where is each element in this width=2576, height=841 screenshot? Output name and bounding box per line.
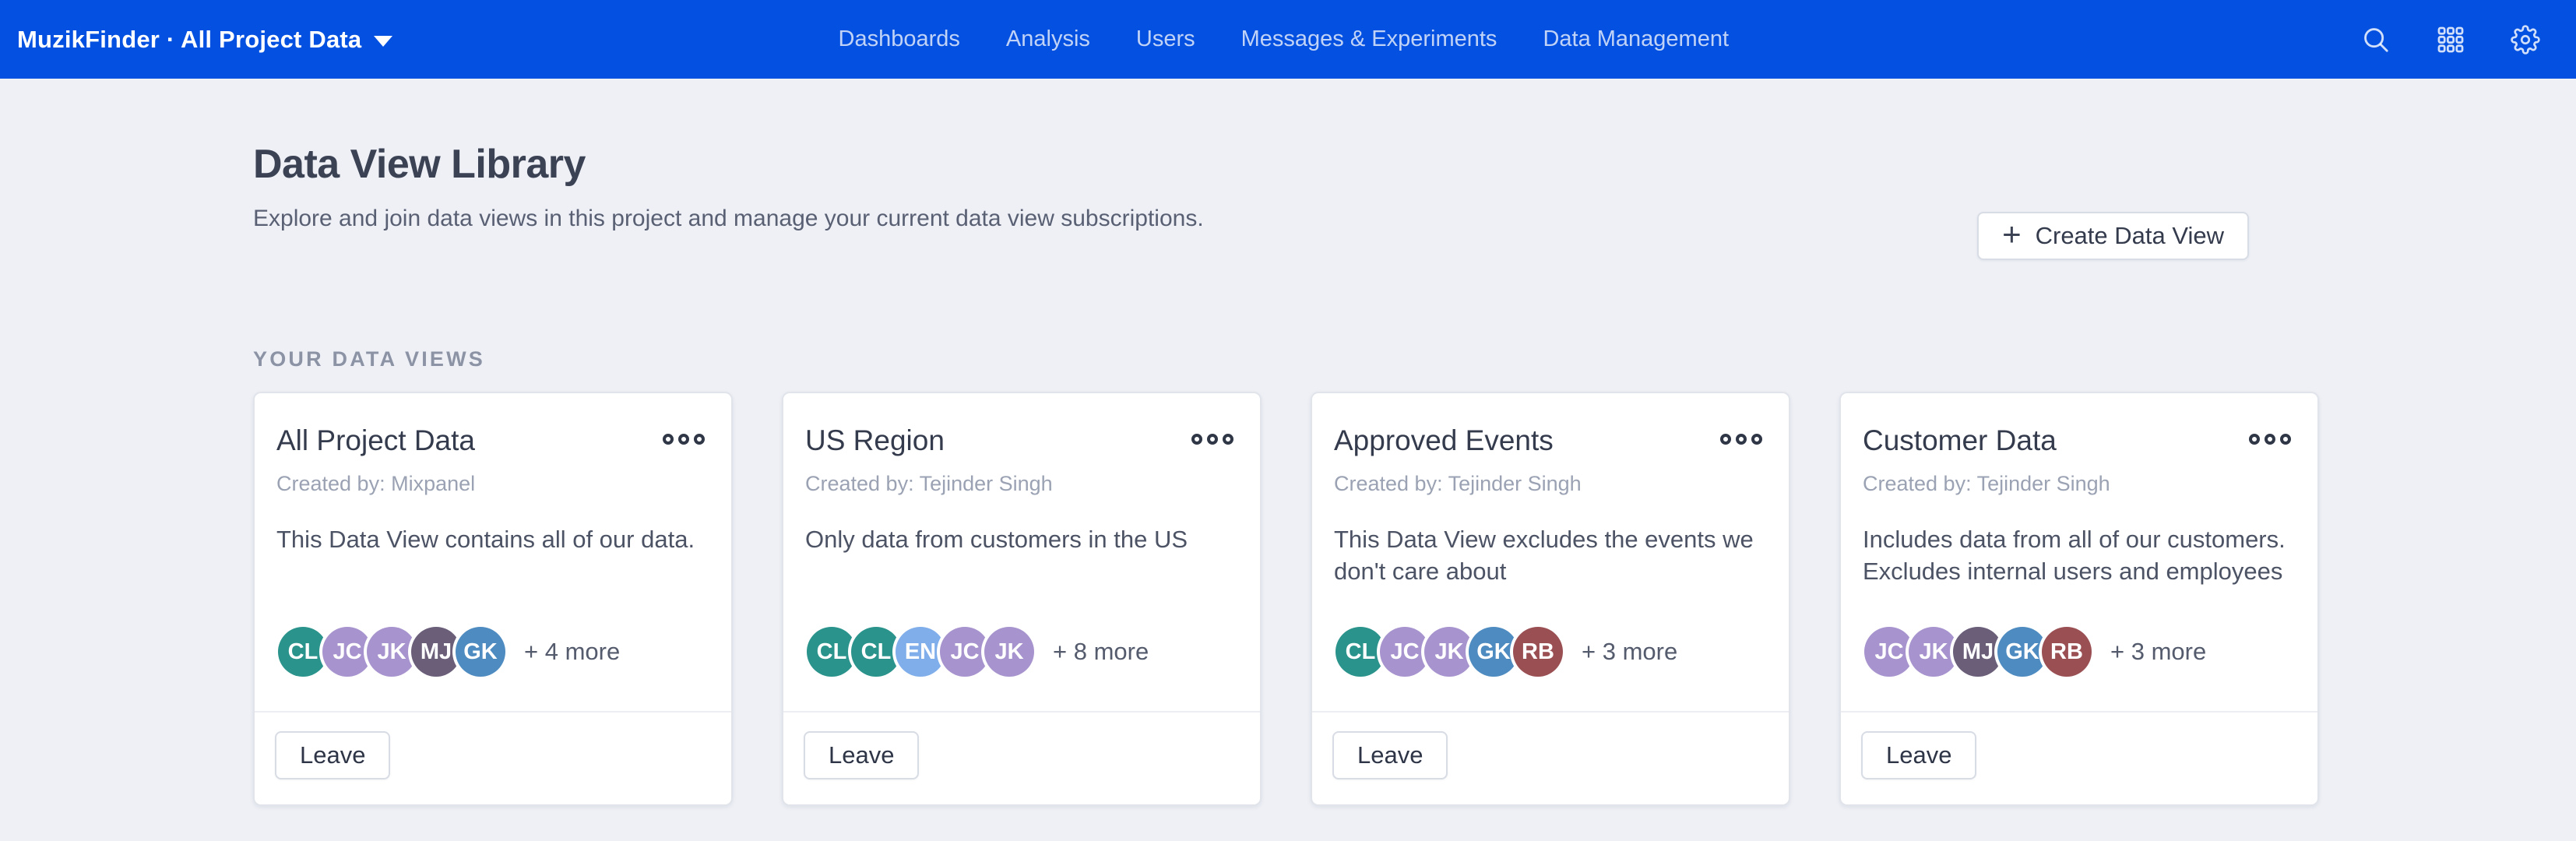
avatar: JK	[1424, 627, 1474, 677]
avatar: CL	[278, 627, 328, 677]
card-description: Includes data from all of our customers.…	[1863, 524, 2293, 588]
card-footer: Leave	[1312, 711, 1789, 804]
more-options-icon[interactable]	[663, 424, 709, 445]
data-view-card: All Project Data Created by: Mixpanel Th…	[253, 392, 733, 806]
avatar: CL	[1336, 627, 1385, 677]
member-avatars: JCJKMJGKRB + 3 more	[1864, 627, 2206, 677]
more-members-label: + 3 more	[1582, 638, 1677, 666]
card-description: Only data from customers in the US	[805, 524, 1235, 556]
leave-button[interactable]: Leave	[275, 731, 390, 779]
page-title: Data View Library	[253, 79, 2576, 185]
avatar: MJ	[1953, 627, 2003, 677]
nav-item-analysis[interactable]: Analysis	[1006, 26, 1090, 52]
create-data-view-button[interactable]: + Create Data View	[1977, 212, 2249, 260]
chevron-down-icon	[374, 36, 392, 47]
member-avatars: CLJCJKMJGK + 4 more	[278, 627, 620, 677]
card-body: US Region Created by: Tejinder Singh Onl…	[783, 393, 1260, 556]
project-switcher[interactable]: MuzikFinder · All Project Data	[17, 0, 392, 79]
avatar: GK	[1469, 627, 1519, 677]
nav-item-data-management[interactable]: Data Management	[1543, 26, 1729, 52]
avatar: RB	[2042, 627, 2092, 677]
avatar: MJ	[411, 627, 461, 677]
card-footer: Leave	[255, 711, 731, 804]
avatar: JC	[1380, 627, 1430, 677]
avatar: RB	[1513, 627, 1563, 677]
avatar: JK	[1909, 627, 1958, 677]
card-body: Customer Data Created by: Tejinder Singh…	[1841, 393, 2317, 588]
card-title: US Region	[805, 424, 945, 457]
more-members-label: + 3 more	[2110, 638, 2206, 666]
member-avatars: CLJCJKGKRB + 3 more	[1336, 627, 1677, 677]
card-title: All Project Data	[276, 424, 475, 457]
avatar-stack: CLJCJKMJGK	[278, 627, 505, 677]
main-content: Data View Library Explore and join data …	[0, 79, 2576, 806]
search-icon[interactable]	[2361, 25, 2391, 55]
member-avatars: CLCLENJCJK + 8 more	[807, 627, 1149, 677]
card-created-by: Created by: Tejinder Singh	[1863, 472, 2296, 496]
avatar: CL	[807, 627, 857, 677]
card-created-by: Created by: Tejinder Singh	[1334, 472, 1767, 496]
more-options-icon[interactable]	[1720, 424, 1767, 445]
leave-button[interactable]: Leave	[804, 731, 919, 779]
more-options-icon[interactable]	[2249, 424, 2296, 445]
apps-grid-icon[interactable]	[2436, 25, 2465, 55]
card-footer: Leave	[783, 711, 1260, 804]
avatar: JC	[940, 627, 990, 677]
avatar: JC	[322, 627, 372, 677]
data-view-card: Customer Data Created by: Tejinder Singh…	[1839, 392, 2319, 806]
more-members-label: + 8 more	[1053, 638, 1149, 666]
avatar: GK	[456, 627, 505, 677]
avatar-stack: CLCLENJCJK	[807, 627, 1034, 677]
nav-item-dashboards[interactable]: Dashboards	[839, 26, 960, 52]
card-footer: Leave	[1841, 711, 2317, 804]
project-switcher-label: MuzikFinder · All Project Data	[17, 26, 361, 54]
card-body: All Project Data Created by: Mixpanel Th…	[255, 393, 731, 556]
avatar: GK	[1997, 627, 2047, 677]
leave-button[interactable]: Leave	[1332, 731, 1448, 779]
card-created-by: Created by: Mixpanel	[276, 472, 709, 496]
avatar: CL	[851, 627, 901, 677]
leave-button[interactable]: Leave	[1861, 731, 1976, 779]
create-data-view-label: Create Data View	[2036, 222, 2224, 250]
top-navigation-bar: MuzikFinder · All Project Data Dashboard…	[0, 0, 2576, 79]
card-title: Customer Data	[1863, 424, 2057, 457]
nav-icon-group	[2361, 0, 2540, 79]
more-options-icon[interactable]	[1191, 424, 1238, 445]
data-view-cards: All Project Data Created by: Mixpanel Th…	[253, 392, 2576, 806]
card-description: This Data View contains all of our data.	[276, 524, 706, 556]
card-description: This Data View excludes the events we do…	[1334, 524, 1764, 588]
data-view-card: Approved Events Created by: Tejinder Sin…	[1311, 392, 1790, 806]
card-body: Approved Events Created by: Tejinder Sin…	[1312, 393, 1789, 588]
more-members-label: + 4 more	[524, 638, 620, 666]
data-view-card: US Region Created by: Tejinder Singh Onl…	[782, 392, 1262, 806]
nav-item-users[interactable]: Users	[1136, 26, 1195, 52]
card-created-by: Created by: Tejinder Singh	[805, 472, 1238, 496]
section-label: YOUR DATA VIEWS	[253, 347, 2576, 371]
avatar-stack: CLJCJKGKRB	[1336, 627, 1563, 677]
settings-gear-icon[interactable]	[2511, 25, 2540, 55]
avatar: JC	[1864, 627, 1914, 677]
card-title: Approved Events	[1334, 424, 1554, 457]
primary-nav: Dashboards Analysis Users Messages & Experi…	[839, 0, 1730, 79]
nav-item-messages-experiments[interactable]: Messages & Experiments	[1241, 26, 1497, 52]
avatar: JK	[367, 627, 417, 677]
avatar: EN	[896, 627, 945, 677]
avatar: JK	[984, 627, 1034, 677]
avatar-stack: JCJKMJGKRB	[1864, 627, 2092, 677]
